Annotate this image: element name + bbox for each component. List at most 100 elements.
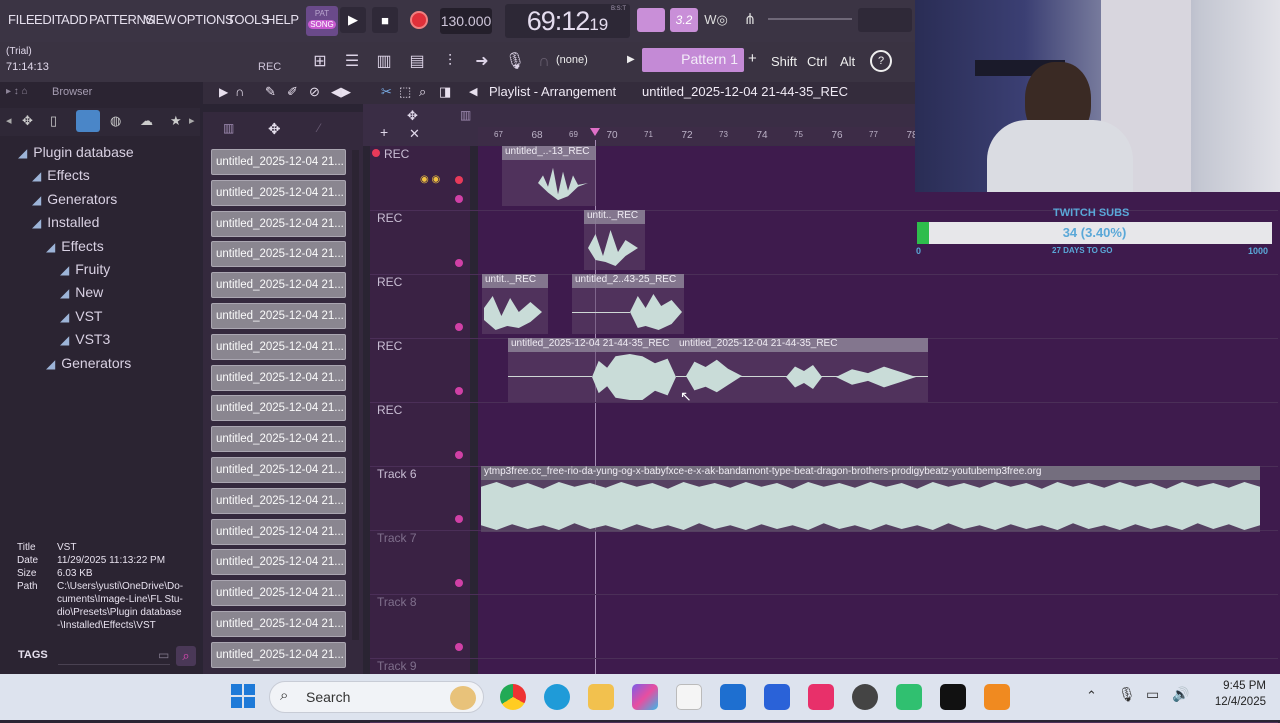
channel-clip-item[interactable]: untitled_2025-12-04 21... [211, 303, 346, 329]
alt-key[interactable]: Alt [840, 54, 855, 69]
edge-icon[interactable] [544, 684, 570, 710]
track-name[interactable]: Track 6 [377, 467, 417, 481]
audio-clip-6[interactable]: untitled_2025-12-04 21-44-35_REC [676, 338, 928, 402]
channel-clip-item[interactable]: untitled_2025-12-04 21... [211, 272, 346, 299]
browser-item[interactable]: ◢ Installed [32, 214, 99, 230]
playlist-play-icon[interactable]: ▶ [219, 85, 228, 99]
track-grid-icon[interactable]: ▥ [460, 108, 471, 122]
tray-network-icon[interactable]: ▭ [1146, 686, 1159, 703]
track-name[interactable]: Track 9 [377, 659, 417, 673]
copilot-icon[interactable] [632, 684, 658, 710]
audio-clip-4[interactable]: untitled_2..43-25_REC [572, 274, 684, 334]
channel-pencil-icon[interactable]: ⁄ [318, 121, 320, 135]
browser-item[interactable]: ◢ Generators [46, 355, 131, 371]
browser-item[interactable]: ◢ Plugin database [18, 144, 134, 160]
audio-clip-3[interactable]: untit.._REC [482, 274, 548, 334]
browser-item[interactable]: ◢ VST [60, 308, 102, 324]
channel-clip-item[interactable]: untitled_2025-12-04 21... [211, 611, 346, 637]
headphone-icon[interactable]: ∩ [532, 50, 556, 74]
menu-add[interactable]: ADD [61, 12, 88, 27]
audio-clip-2[interactable]: untit.._REC [584, 210, 645, 270]
track-pan-dot[interactable] [455, 643, 463, 651]
channel-clip-item[interactable]: untitled_2025-12-04 21... [211, 641, 346, 668]
channel-clip-item[interactable]: untitled_2025-12-04 21... [211, 487, 346, 514]
chrome-icon[interactable] [500, 684, 526, 710]
mixer-icon[interactable]: ⫶ [438, 50, 462, 74]
track-name[interactable]: Track 8 [377, 595, 417, 609]
browser-file-icon[interactable]: ▯ [50, 113, 57, 129]
channel-clip-item[interactable]: untitled_2025-12-04 21... [211, 518, 346, 545]
magnet-icon[interactable]: ∩ [235, 84, 244, 99]
record-button[interactable] [406, 7, 432, 33]
channel-clip-item[interactable]: untitled_2025-12-04 21... [211, 426, 346, 453]
menu-view[interactable]: VIEW [144, 12, 176, 27]
tempo-display[interactable]: 130.000 [440, 8, 492, 34]
channel-scrollbar[interactable] [352, 150, 359, 640]
menu-options[interactable]: OPTIONS [177, 12, 234, 27]
app-blue-icon[interactable] [764, 684, 790, 710]
help-icon[interactable]: ? [870, 50, 892, 72]
audio-clip-1[interactable]: untitled_..-13_REC [502, 146, 596, 206]
browser-collapse-icon[interactable]: ✥ [22, 113, 33, 129]
browser-item[interactable]: ◢ Effects [46, 238, 104, 254]
browser-item[interactable]: ◢ Fruity [60, 261, 110, 277]
channel-clip-item[interactable]: untitled_2025-12-04 21... [211, 549, 346, 576]
tray-volume-icon[interactable]: 🔊 [1172, 686, 1189, 703]
select-icon[interactable]: ⬚ [399, 84, 411, 100]
outlook-icon[interactable] [720, 684, 746, 710]
browser-back-icon[interactable]: ◂ [6, 114, 12, 127]
channel-clip-item[interactable]: untitled_2025-12-04 21... [211, 149, 346, 175]
tray-chevron-icon[interactable]: ⌃ [1086, 688, 1097, 704]
track-name[interactable]: REC [377, 275, 402, 289]
track-move-icon[interactable]: ✥ [407, 108, 418, 124]
channel-move-icon[interactable]: ✥ [268, 120, 281, 138]
microphone-icon[interactable]: 🎙 [503, 50, 527, 74]
menu-edit[interactable]: EDIT [34, 12, 63, 27]
tempo-tap-icon[interactable]: ⋔ [737, 8, 763, 32]
tiktok-icon[interactable] [808, 684, 834, 710]
track-pan-dot[interactable] [455, 195, 463, 203]
close-icon[interactable]: ✕ [409, 126, 420, 142]
track-name[interactable]: Track 7 [377, 531, 417, 545]
channel-collapse-icon[interactable]: ▥ [223, 121, 234, 135]
store-icon[interactable] [676, 684, 702, 710]
track-pan-dot[interactable] [455, 323, 463, 331]
windows-start-icon[interactable] [231, 684, 255, 708]
browser-forward-icon[interactable]: ▸ [189, 114, 195, 127]
playlist-menu-icon[interactable]: ◀ [469, 85, 477, 98]
channel-rack-icon[interactable]: ▤ [405, 50, 429, 74]
paint-icon[interactable]: ✐ [287, 84, 298, 100]
pencil-icon[interactable]: ✎ [265, 84, 276, 100]
track-mute-icon[interactable]: ◉ ◉ [420, 174, 440, 185]
pattern-arrow-icon[interactable]: ▶ [627, 54, 635, 65]
add-pattern-button[interactable]: + [748, 50, 757, 67]
track-name[interactable]: REC [377, 211, 402, 225]
plugin-db-icon[interactable] [76, 110, 100, 132]
mute-tool-icon[interactable]: ⊘ [309, 84, 320, 100]
track-rec-dot[interactable] [455, 176, 463, 184]
track-name[interactable]: REC [384, 147, 409, 161]
channel-clip-item[interactable]: untitled_2025-12-04 21... [211, 580, 346, 607]
folder-icon[interactable]: ▭ [158, 648, 169, 662]
track-name[interactable]: REC [377, 339, 402, 353]
audio-clip-5[interactable]: untitled_2025-12-04 21-44-35_REC [508, 338, 676, 402]
channel-clip-item[interactable]: untitled_2025-12-04 21... [211, 395, 346, 422]
rec-arm-icon[interactable] [372, 149, 380, 157]
browser-item[interactable]: ◢ Effects [32, 167, 90, 183]
menu-help[interactable]: HELP [266, 12, 299, 27]
wait-input-icon[interactable]: W◎ [703, 8, 729, 32]
timeline-ruler[interactable] [478, 127, 915, 145]
globe-icon[interactable]: ◍ [110, 113, 121, 129]
channel-clip-item[interactable]: untitled_2025-12-04 21... [211, 333, 346, 360]
stop-button[interactable]: ■ [372, 7, 398, 33]
file-explorer-icon[interactable] [588, 684, 614, 710]
channel-clip-item[interactable]: untitled_2025-12-04 21... [211, 210, 346, 237]
shift-key[interactable]: Shift [771, 54, 797, 69]
browser-item[interactable]: ◢ VST3 [60, 331, 110, 347]
piano-roll-icon[interactable]: ▥ [372, 50, 396, 74]
slip-icon[interactable]: ◀▶ [331, 84, 351, 100]
menu-file[interactable]: FILE [8, 12, 35, 27]
channel-clip-item[interactable]: untitled_2025-12-04 21... [211, 241, 346, 268]
snap-icon[interactable]: ⊞ [308, 50, 332, 74]
app-green-icon[interactable] [896, 684, 922, 710]
